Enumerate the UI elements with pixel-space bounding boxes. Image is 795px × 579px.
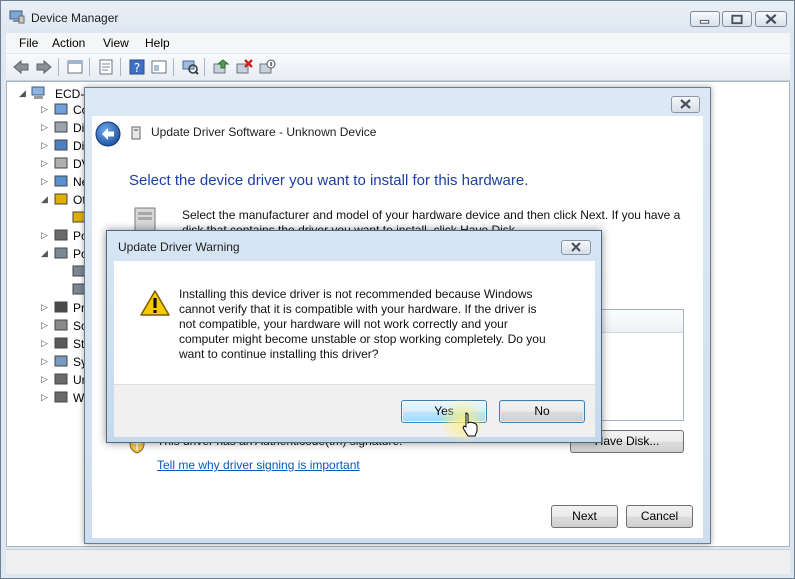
cursor-icon	[462, 412, 478, 437]
close-icon	[571, 242, 581, 252]
model-list[interactable]	[598, 309, 684, 421]
model-list-header[interactable]	[599, 310, 683, 333]
expand-icon[interactable]: ▷	[41, 303, 49, 312]
forward-arrow-icon[interactable]	[35, 58, 53, 76]
update-driver-icon[interactable]	[212, 58, 230, 76]
expand-icon[interactable]: ▷	[41, 375, 49, 384]
computer-icon	[31, 86, 45, 99]
minimize-button[interactable]	[690, 11, 720, 27]
device-category-icon	[54, 121, 68, 133]
window-title: Device Manager	[31, 11, 119, 25]
device-category-icon	[54, 247, 68, 259]
warning-icon	[140, 290, 170, 316]
expand-icon[interactable]: ▷	[41, 177, 49, 186]
tree-item-label: Di	[73, 121, 85, 135]
up-level-icon[interactable]	[66, 58, 84, 76]
tree-item-label: W	[73, 391, 85, 405]
wizard-close-button[interactable]	[671, 96, 700, 113]
minimize-icon	[699, 19, 710, 24]
device-category-icon	[54, 193, 68, 205]
expand-icon[interactable]: ▷	[41, 357, 49, 366]
wizard-title: Update Driver Software - Unknown Device	[151, 125, 377, 139]
toolbar-separator	[204, 58, 205, 76]
back-arrow-icon[interactable]	[12, 58, 30, 76]
cancel-button[interactable]: Cancel	[626, 505, 693, 528]
toolbar-separator	[173, 58, 174, 76]
expand-icon[interactable]: ▷	[41, 159, 49, 168]
properties-icon[interactable]	[97, 58, 115, 76]
next-button[interactable]: Next	[551, 505, 618, 528]
tree-item-label: St	[73, 337, 85, 351]
no-button[interactable]: No	[499, 400, 585, 423]
menu-bar: File Action View Help	[6, 33, 790, 53]
toolbar-separator	[89, 58, 90, 76]
menu-view[interactable]: View	[103, 36, 129, 50]
device-category-icon	[54, 157, 68, 169]
device-category-icon	[54, 319, 68, 331]
title-bar[interactable]: Device Manager	[1, 1, 794, 33]
wizard-heading: Select the device driver you want to ins…	[129, 172, 529, 189]
close-button[interactable]	[755, 11, 787, 27]
toolbar: ?	[6, 54, 790, 81]
back-button[interactable]	[95, 121, 121, 147]
close-icon	[680, 99, 691, 109]
warning-dialog-title: Update Driver Warning	[118, 240, 240, 254]
device-category-icon	[54, 391, 68, 403]
device-category-icon	[54, 355, 68, 367]
device-category-icon	[54, 139, 68, 151]
menu-help[interactable]: Help	[145, 36, 170, 50]
device-category-icon	[54, 373, 68, 385]
expand-icon[interactable]: ▷	[41, 339, 49, 348]
disable-device-icon[interactable]	[258, 58, 276, 76]
toolbar-separator	[58, 58, 59, 76]
update-driver-warning-dialog: Update Driver Warning Installing this de…	[106, 230, 602, 443]
svg-text:?: ?	[134, 61, 140, 75]
expand-icon[interactable]: ▷	[41, 105, 49, 114]
tree-item-label: Di	[73, 139, 85, 153]
menu-action[interactable]: Action	[52, 36, 85, 50]
close-icon	[765, 13, 777, 25]
expand-icon[interactable]: ▷	[41, 231, 49, 240]
help-icon[interactable]: ?	[128, 58, 146, 76]
toolbar-separator	[120, 58, 121, 76]
driver-signing-link[interactable]: Tell me why driver signing is important	[157, 458, 360, 472]
device-manager-icon	[9, 10, 25, 24]
device-category-icon	[54, 103, 68, 115]
scan-hardware-icon[interactable]	[181, 58, 199, 76]
device-category-icon	[54, 229, 68, 241]
status-bar	[6, 549, 790, 574]
device-icon	[131, 126, 141, 140]
warning-close-button[interactable]	[561, 240, 591, 255]
device-category-icon	[54, 337, 68, 349]
expand-icon[interactable]: ▷	[41, 321, 49, 330]
device-category-icon	[54, 301, 68, 313]
collapse-icon[interactable]: ◢	[41, 195, 49, 204]
view-icon[interactable]	[150, 58, 168, 76]
collapse-icon[interactable]: ◢	[19, 89, 27, 98]
expand-icon[interactable]: ▷	[41, 141, 49, 150]
uninstall-icon[interactable]	[235, 58, 253, 76]
expand-icon[interactable]: ▷	[41, 393, 49, 402]
expand-icon[interactable]: ▷	[41, 123, 49, 132]
collapse-icon[interactable]: ◢	[41, 249, 49, 258]
restore-icon	[731, 14, 743, 25]
warning-message: Installing this device driver is not rec…	[179, 287, 546, 361]
menu-file[interactable]: File	[19, 36, 38, 50]
device-category-icon	[54, 175, 68, 187]
maximize-button[interactable]	[722, 11, 752, 27]
tree-root[interactable]: ◢ ECD-T	[19, 86, 92, 102]
